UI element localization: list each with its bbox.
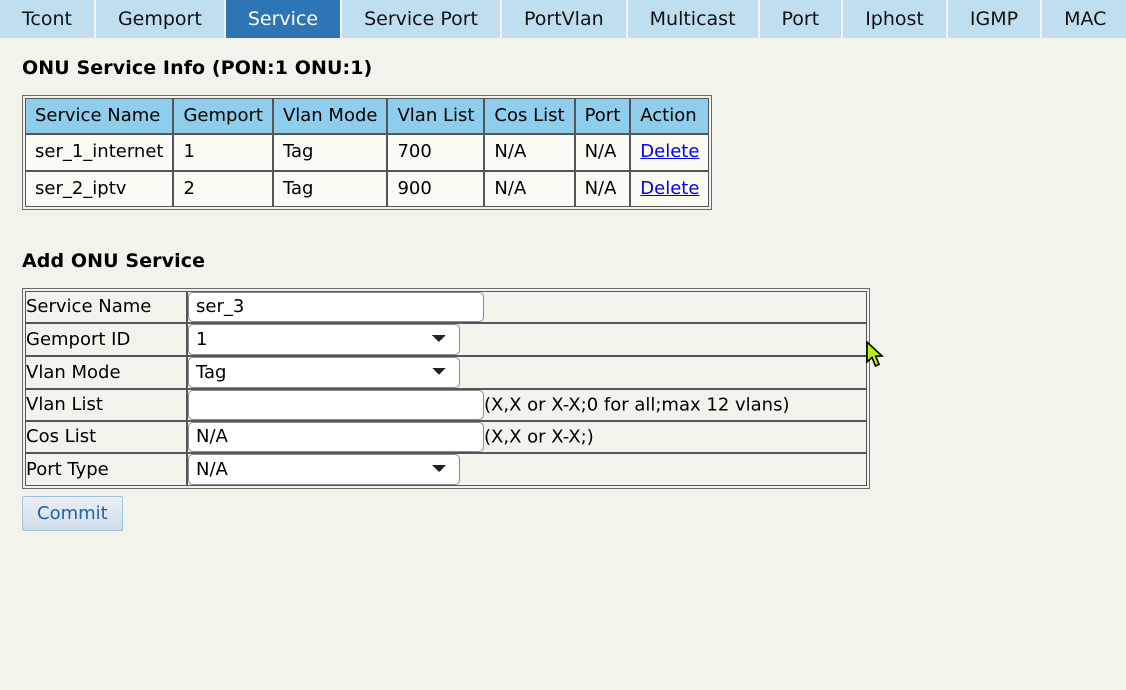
column-header-gemport: Gemport xyxy=(173,98,272,134)
onu-service-info-table: Service Name Gemport Vlan Mode Vlan List… xyxy=(22,95,712,210)
column-header-action: Action xyxy=(630,98,709,134)
tab-port[interactable]: Port xyxy=(760,0,842,38)
tab-gemport[interactable]: Gemport xyxy=(96,0,224,38)
column-header-port: Port xyxy=(575,98,631,134)
add-onu-service-form: Service Name Gemport ID 1 Vlan Mode Tag xyxy=(22,288,870,489)
label-cos-list: Cos List xyxy=(25,421,187,453)
tab-tcont[interactable]: Tcont xyxy=(0,0,94,38)
field-gemport-id: 1 xyxy=(187,323,867,356)
column-header-vlan-mode: Vlan Mode xyxy=(273,98,388,134)
field-vlan-mode: Tag xyxy=(187,356,867,389)
tab-multicast[interactable]: Multicast xyxy=(628,0,758,38)
form-row-gemport-id: Gemport ID 1 xyxy=(25,323,867,356)
cell-action: Delete xyxy=(630,134,709,170)
label-vlan-mode: Vlan Mode xyxy=(25,356,187,389)
commit-button[interactable]: Commit xyxy=(22,496,123,531)
vlan-list-hint: (X,X or X-X;0 for all;max 12 vlans) xyxy=(484,394,790,415)
tab-service[interactable]: Service xyxy=(226,0,340,38)
column-header-cos-list: Cos List xyxy=(484,98,574,134)
form-row-cos-list: Cos List (X,X or X-X;) xyxy=(25,421,867,453)
tab-label: Multicast xyxy=(650,10,736,29)
tab-label: IGMP xyxy=(970,10,1018,29)
tab-label: Port xyxy=(782,10,820,29)
cell-gemport: 1 xyxy=(173,134,272,170)
label-gemport-id: Gemport ID xyxy=(25,323,187,356)
delete-link[interactable]: Delete xyxy=(640,178,699,199)
page-content: ONU Service Info (PON:1 ONU:1) Service N… xyxy=(0,57,1126,531)
cell-cos-list: N/A xyxy=(484,134,574,170)
tab-portvlan[interactable]: PortVlan xyxy=(502,0,626,38)
service-name-input[interactable] xyxy=(188,292,484,322)
form-row-port-type: Port Type N/A xyxy=(25,453,867,486)
table-header-row: Service Name Gemport Vlan Mode Vlan List… xyxy=(25,98,709,134)
tab-iphost[interactable]: Iphost xyxy=(843,0,946,38)
label-vlan-list: Vlan List xyxy=(25,389,187,421)
add-onu-service-title: Add ONU Service xyxy=(22,250,1126,272)
tab-service-port[interactable]: Service Port xyxy=(342,0,500,38)
tab-mac[interactable]: MAC xyxy=(1042,0,1126,38)
form-row-service-name: Service Name xyxy=(25,291,867,323)
table-row: ser_1_internet 1 Tag 700 N/A N/A Delete xyxy=(25,134,709,170)
tab-label: Service xyxy=(248,10,318,29)
tab-label: Service Port xyxy=(364,10,478,29)
tab-label: Iphost xyxy=(865,10,924,29)
field-vlan-list: (X,X or X-X;0 for all;max 12 vlans) xyxy=(187,389,867,421)
tab-label: PortVlan xyxy=(524,10,604,29)
delete-link[interactable]: Delete xyxy=(640,141,699,162)
label-service-name: Service Name xyxy=(25,291,187,323)
vlan-list-input[interactable] xyxy=(188,390,484,420)
cell-vlan-mode: Tag xyxy=(273,134,388,170)
field-service-name xyxy=(187,291,867,323)
gemport-id-select[interactable]: 1 xyxy=(188,324,460,355)
tab-label: MAC xyxy=(1064,10,1106,29)
main-tab-bar: Tcont Gemport Service Service Port PortV… xyxy=(0,0,1126,38)
label-port-type: Port Type xyxy=(25,453,187,486)
cell-vlan-list: 700 xyxy=(387,134,484,170)
cos-list-hint: (X,X or X-X;) xyxy=(484,426,594,447)
cell-port: N/A xyxy=(575,134,631,170)
cos-list-input[interactable] xyxy=(188,422,484,452)
cell-action: Delete xyxy=(630,171,709,207)
column-header-vlan-list: Vlan List xyxy=(387,98,484,134)
column-header-service-name: Service Name xyxy=(25,98,173,134)
tab-label: Tcont xyxy=(22,10,72,29)
port-type-select[interactable]: N/A xyxy=(188,454,460,485)
cell-cos-list: N/A xyxy=(484,171,574,207)
cell-vlan-mode: Tag xyxy=(273,171,388,207)
field-cos-list: (X,X or X-X;) xyxy=(187,421,867,453)
cell-service-name: ser_2_iptv xyxy=(25,171,173,207)
cell-port: N/A xyxy=(575,171,631,207)
field-port-type: N/A xyxy=(187,453,867,486)
vlan-mode-select[interactable]: Tag xyxy=(188,357,460,388)
form-row-vlan-list: Vlan List (X,X or X-X;0 for all;max 12 v… xyxy=(25,389,867,421)
form-row-vlan-mode: Vlan Mode Tag xyxy=(25,356,867,389)
cell-vlan-list: 900 xyxy=(387,171,484,207)
cell-service-name: ser_1_internet xyxy=(25,134,173,170)
onu-service-info-title: ONU Service Info (PON:1 ONU:1) xyxy=(22,57,1126,79)
tab-label: Gemport xyxy=(118,10,202,29)
table-row: ser_2_iptv 2 Tag 900 N/A N/A Delete xyxy=(25,171,709,207)
tab-igmp[interactable]: IGMP xyxy=(948,0,1040,38)
cell-gemport: 2 xyxy=(173,171,272,207)
